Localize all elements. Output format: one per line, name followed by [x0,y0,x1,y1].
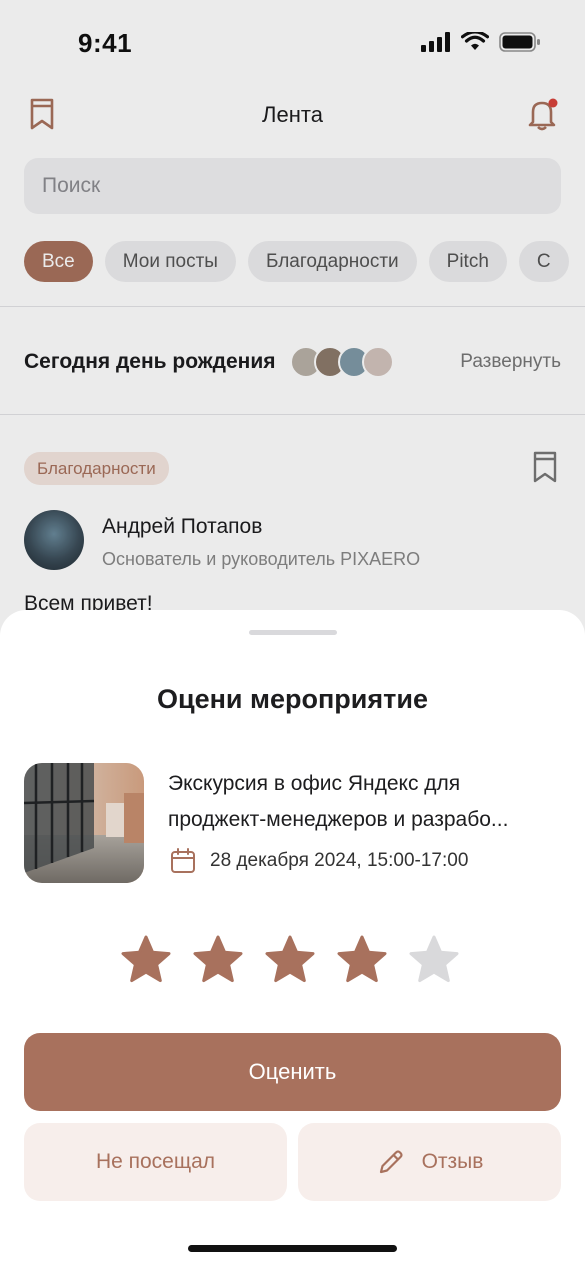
star-rating [120,934,460,986]
pencil-icon [376,1147,406,1177]
not-attended-button[interactable]: Не посещал [24,1123,287,1201]
calendar-icon [171,848,195,873]
star-icon[interactable] [264,934,316,986]
sheet-grabber[interactable] [249,630,337,635]
screen: 9:41 Лента Поиск Все Мои посты Благодарн… [0,0,585,1266]
event-title-line-1: Экскурсия в офис Яндекс для [168,772,461,795]
event-date-row: 28 декабря 2024, 15:00-17:00 [170,848,468,874]
event-title[interactable]: Экскурсия в офис Яндекс для проджект-мен… [168,766,568,838]
event-thumbnail [24,763,144,883]
review-label: Отзыв [421,1150,484,1173]
rate-button[interactable]: Оценить [24,1033,561,1111]
sheet-title: Оцени мероприятие [157,684,428,714]
star-icon[interactable] [192,934,244,986]
event-title-line-2: проджект-менеджеров и разрабо... [168,808,509,831]
star-icon[interactable] [336,934,388,986]
star-icon[interactable] [120,934,172,986]
review-button[interactable]: Отзыв [298,1123,561,1201]
star-icon[interactable] [408,934,460,986]
not-attended-label: Не посещал [95,1150,216,1173]
event-date: 28 декабря 2024, 15:00-17:00 [210,850,469,871]
home-indicator [188,1245,397,1252]
rating-sheet: Оцени мероприятие Экскурсия в офис Яндек… [0,610,585,1266]
